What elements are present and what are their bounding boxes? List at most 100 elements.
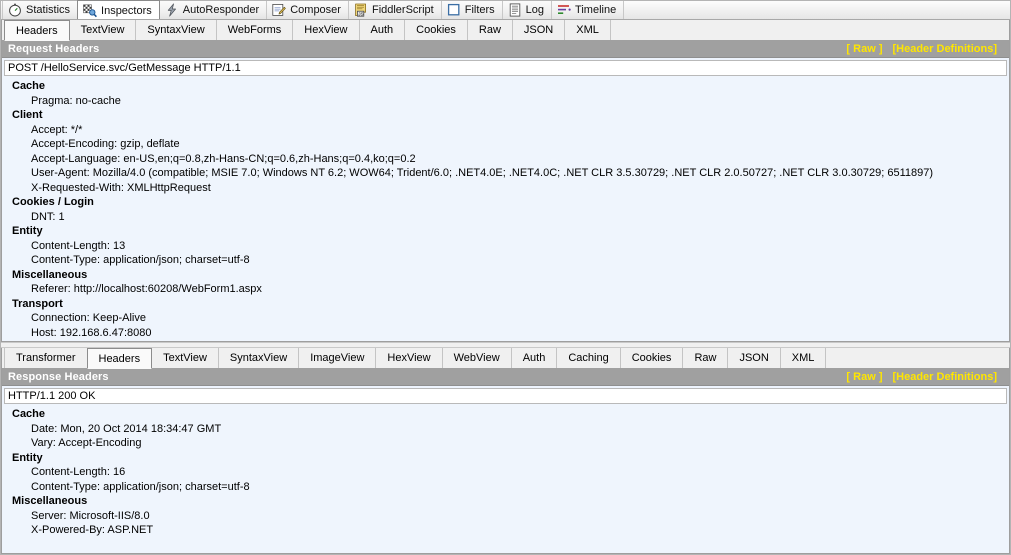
raw-link[interactable]: [ Raw ] <box>846 43 882 55</box>
header-group-title: Cookies / Login <box>12 196 94 208</box>
header-line[interactable]: Accept: */* <box>2 123 1009 138</box>
raw-link[interactable]: [ Raw ] <box>846 371 882 383</box>
response-tab-cookies[interactable]: Cookies <box>619 348 684 368</box>
header-line[interactable]: X-Requested-With: XMLHttpRequest <box>2 181 1009 196</box>
tab-label: JSON <box>739 352 769 364</box>
response-tab-strip: Transformer Headers TextView SyntaxView Imag… <box>2 348 1009 369</box>
response-tab-syntaxview[interactable]: SyntaxView <box>217 348 300 368</box>
header-definitions-link[interactable]: [Header Definitions] <box>892 43 997 55</box>
response-header-links: [ Raw ] [Header Definitions] <box>846 371 1005 383</box>
status-line-field[interactable]: HTTP/1.1 200 OK <box>4 388 1007 404</box>
response-headers-panel: Response Headers [ Raw ] [Header Definiti… <box>2 369 1009 553</box>
response-tab-transformer[interactable]: Transformer <box>4 348 88 368</box>
timeline-bars-icon <box>557 3 571 17</box>
response-tab-json[interactable]: JSON <box>727 348 781 368</box>
header-line[interactable]: Host: 192.168.6.47:8080 <box>2 326 1009 341</box>
main-tab-timeline[interactable]: Timeline <box>551 1 625 19</box>
request-tab-strip-filler <box>609 20 1009 40</box>
main-tab-label: FiddlerScript <box>371 4 434 16</box>
response-tab-caching[interactable]: Caching <box>556 348 621 368</box>
header-group-title: Entity <box>12 451 43 464</box>
main-tab-strip: Statistics Inspectors AutoResponder Compose… <box>1 0 1010 20</box>
header-line[interactable]: Content-Type: application/json; charset=… <box>2 480 1009 495</box>
request-header-links: [ Raw ] [Header Definitions] <box>846 43 1005 55</box>
request-tab-textview[interactable]: TextView <box>68 20 137 40</box>
response-tab-webview[interactable]: WebView <box>441 348 512 368</box>
response-headers-list[interactable]: Cache Date: Mon, 20 Oct 2014 18:34:47 GMT… <box>2 404 1009 553</box>
tab-label: HexView <box>387 352 431 364</box>
header-line[interactable]: Connection: Keep-Alive <box>2 311 1009 326</box>
tab-label: Transformer <box>16 352 76 364</box>
request-tab-headers[interactable]: Headers <box>4 20 70 41</box>
compose-pencil-icon <box>272 3 286 17</box>
request-tab-cookies[interactable]: Cookies <box>404 20 468 40</box>
svg-text:JS: JS <box>358 11 363 16</box>
response-tab-hexview[interactable]: HexView <box>375 348 443 368</box>
tab-label: SyntaxView <box>147 24 205 36</box>
tab-label: Auth <box>522 352 546 364</box>
main-tab-inspectors[interactable]: Inspectors <box>77 0 160 19</box>
response-tab-xml[interactable]: XML <box>779 348 827 368</box>
request-tab-hexview[interactable]: HexView <box>292 20 360 40</box>
response-tab-strip-filler <box>825 348 1009 368</box>
request-tab-json[interactable]: JSON <box>511 20 566 40</box>
response-pane: Transformer Headers TextView SyntaxView Imag… <box>1 348 1010 554</box>
tab-label: Cookies <box>416 24 456 36</box>
response-tab-textview[interactable]: TextView <box>151 348 219 368</box>
header-line[interactable]: Content-Type: application/json; charset=… <box>2 253 1009 268</box>
header-group-title: Client <box>12 109 43 121</box>
tab-label: Raw <box>478 24 501 36</box>
main-tab-label: Composer <box>290 4 341 16</box>
response-headers-title: Response Headers <box>8 371 109 383</box>
tab-label: JSON <box>523 24 554 36</box>
header-group-title: Miscellaneous <box>12 268 88 281</box>
main-tab-autoresponder[interactable]: AutoResponder <box>158 1 268 19</box>
main-tab-filters[interactable]: Filters <box>440 1 503 19</box>
header-line[interactable]: Pragma: no-cache <box>2 94 1009 109</box>
header-group-title: Miscellaneous <box>12 495 88 507</box>
request-tab-strip: Headers TextView SyntaxView WebForms HexView… <box>2 20 1009 41</box>
header-line[interactable]: DNT: 1 <box>2 210 1009 225</box>
request-tab-webforms[interactable]: WebForms <box>215 20 294 40</box>
header-definitions-link[interactable]: [Header Definitions] <box>892 371 997 383</box>
request-line-field[interactable]: POST /HelloService.svc/GetMessage HTTP/1… <box>4 60 1007 76</box>
header-line[interactable]: Vary: Accept-Encoding <box>2 436 1009 451</box>
request-tab-auth[interactable]: Auth <box>358 20 406 40</box>
header-line[interactable]: Referer: http://localhost:60208/WebForm1… <box>2 282 1009 297</box>
main-tab-strip-filler <box>623 1 1010 19</box>
header-line[interactable]: Content-Length: 13 <box>2 239 1009 254</box>
request-tab-raw[interactable]: Raw <box>466 20 513 40</box>
header-group-title: Cache <box>12 408 46 420</box>
request-headers-title: Request Headers <box>8 43 100 55</box>
tab-label: Cookies <box>631 352 672 364</box>
tab-label: TextView <box>163 352 207 364</box>
main-tab-composer[interactable]: Composer <box>266 1 349 19</box>
main-tab-statistics[interactable]: Statistics <box>2 1 79 19</box>
response-tab-raw[interactable]: Raw <box>682 348 729 368</box>
request-headers-list[interactable]: Cache Pragma: no-cache Client Accept: */* Ac… <box>2 76 1009 341</box>
request-tab-xml[interactable]: XML <box>564 20 611 40</box>
stopwatch-icon <box>8 3 22 17</box>
tab-label: WebView <box>453 352 500 364</box>
main-tab-fiddlerscript[interactable]: JS FiddlerScript <box>347 1 442 19</box>
header-line[interactable]: Content-Length: 16 <box>2 465 1009 480</box>
header-line[interactable]: Accept-Language: en-US,en;q=0.8,zh-Hans-… <box>2 152 1009 167</box>
lightning-icon <box>165 3 179 17</box>
main-tab-label: Inspectors <box>101 4 152 17</box>
header-group-title: Entity <box>12 225 43 237</box>
header-line[interactable]: User-Agent: Mozilla/4.0 (compatible; MSI… <box>2 166 1009 181</box>
tab-label: WebForms <box>227 24 282 36</box>
tab-label: Headers <box>98 352 141 365</box>
header-line[interactable]: X-Powered-By: ASP.NET <box>2 523 1009 538</box>
header-line[interactable]: Accept-Encoding: gzip, deflate <box>2 137 1009 152</box>
inspectors-icon <box>83 4 97 18</box>
header-line[interactable]: Date: Mon, 20 Oct 2014 18:34:47 GMT <box>2 422 1009 437</box>
main-tab-log[interactable]: Log <box>501 1 553 19</box>
request-tab-syntaxview[interactable]: SyntaxView <box>135 20 217 40</box>
tab-label: HexView <box>304 24 348 36</box>
response-tab-headers[interactable]: Headers <box>86 348 153 369</box>
response-tab-imageview[interactable]: ImageView <box>298 348 377 368</box>
response-headers-title-bar: Response Headers [ Raw ] [Header Definiti… <box>2 369 1009 386</box>
header-line[interactable]: Server: Microsoft-IIS/8.0 <box>2 509 1009 524</box>
response-tab-auth[interactable]: Auth <box>510 348 558 368</box>
